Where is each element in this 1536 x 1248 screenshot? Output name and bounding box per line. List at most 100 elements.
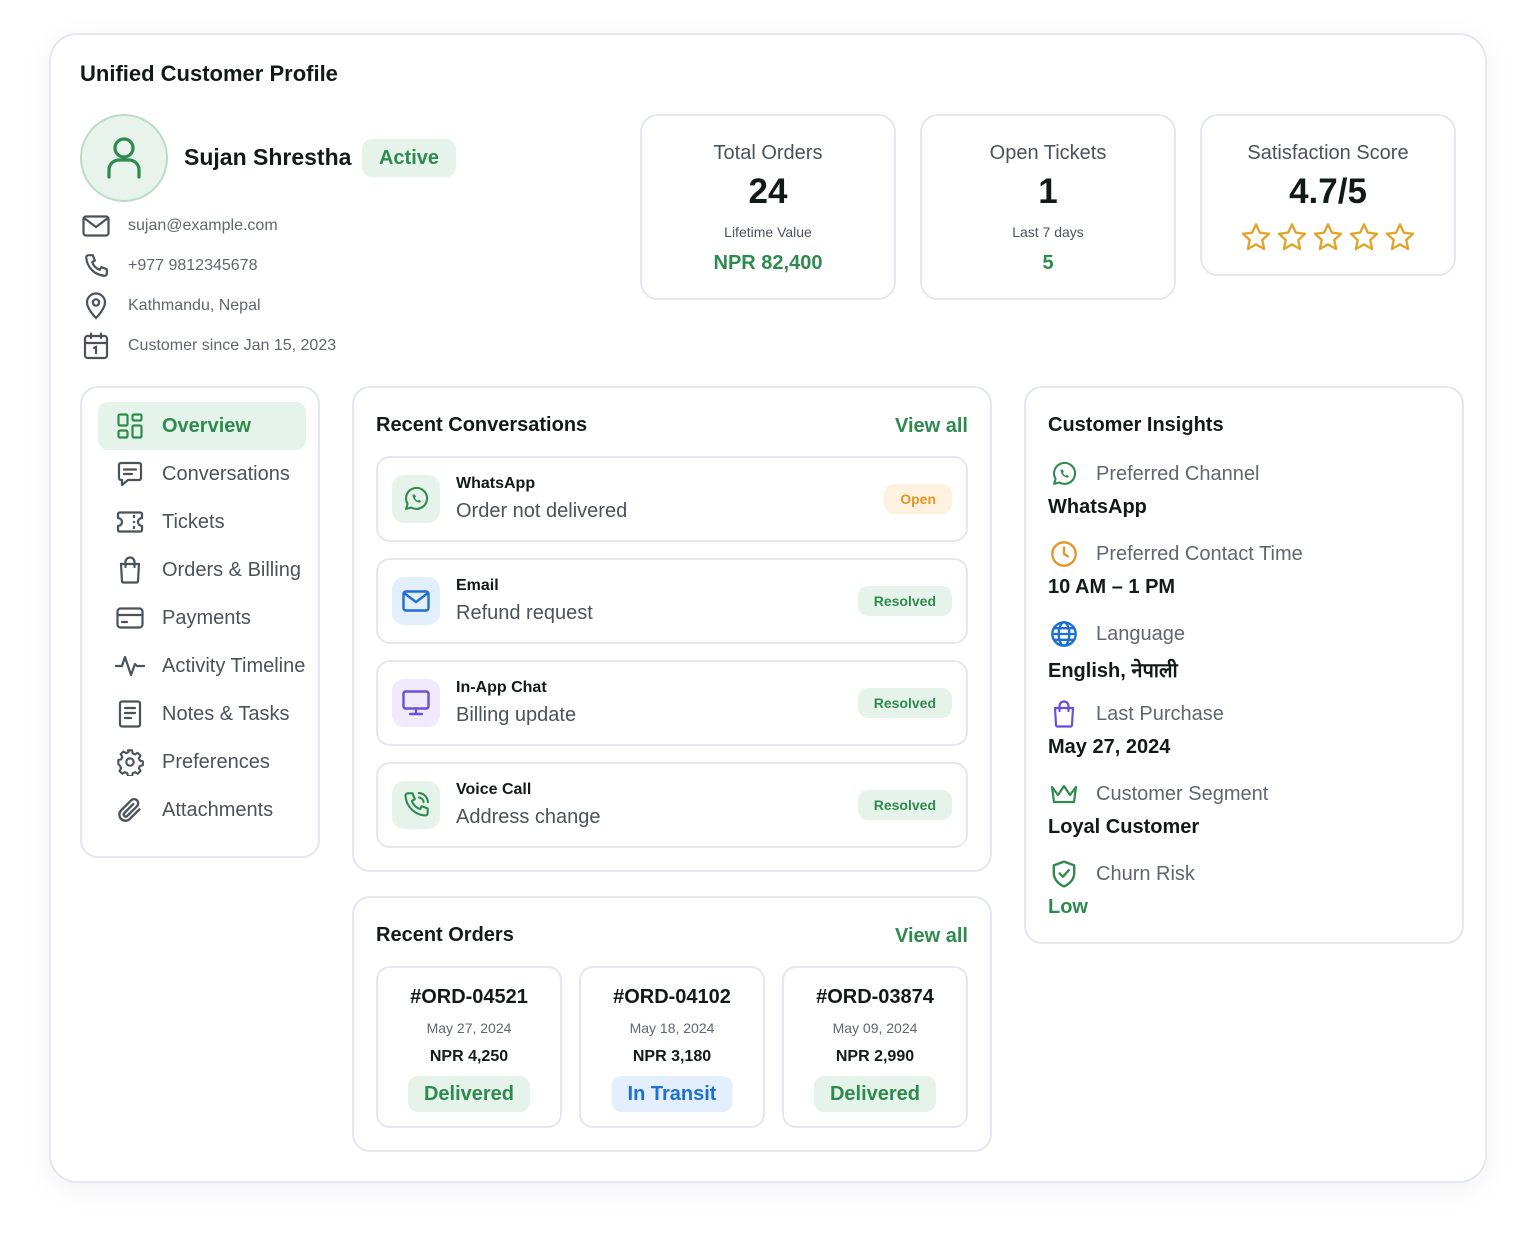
- sidebar-item-conversations[interactable]: Conversations: [98, 450, 306, 498]
- order-id: #ORD-03874: [816, 986, 934, 1008]
- sidebar-item-label: Notes & Tasks: [162, 702, 290, 725]
- insight-churn-risk: Churn Risk: [1048, 858, 1195, 890]
- card-icon: [114, 602, 146, 634]
- stat-sub-label: Lifetime Value: [724, 224, 812, 240]
- status-badge: Resolved: [857, 688, 952, 718]
- stat-sub-label: Last 7 days: [1012, 224, 1084, 240]
- conversation-message: Address change: [456, 806, 601, 828]
- stat-total-orders: Total Orders 24 Lifetime Value NPR 82,40…: [640, 114, 896, 300]
- notes-icon: [114, 698, 146, 730]
- calendar-icon: [80, 330, 112, 362]
- panel-title: Recent Orders: [376, 924, 514, 946]
- insight-value: 10 AM – 1 PM: [1048, 576, 1176, 598]
- order-card[interactable]: #ORD-04521 May 27, 2024 NPR 4,250 Delive…: [376, 966, 562, 1128]
- status-badge: Active: [362, 139, 456, 177]
- star-icon: [1313, 223, 1343, 251]
- gear-icon: [114, 746, 146, 778]
- stat-value: 24: [748, 172, 788, 211]
- customer-since-text: Customer since Jan 15, 2023: [128, 337, 337, 354]
- order-status-badge: In Transit: [611, 1076, 733, 1112]
- sidebar-item-label: Preferences: [162, 750, 270, 773]
- panel-title: Recent Conversations: [376, 414, 588, 436]
- order-date: May 27, 2024: [426, 1020, 512, 1036]
- star-rating: [1202, 222, 1454, 252]
- insight-label: Churn Risk: [1096, 862, 1195, 885]
- insight-value: May 27, 2024: [1048, 736, 1171, 758]
- conversation-item[interactable]: Email Refund request Resolved: [376, 558, 968, 644]
- status-badge: Open: [884, 484, 952, 514]
- order-card[interactable]: #ORD-03874 May 09, 2024 NPR 2,990 Delive…: [782, 966, 968, 1128]
- conversation-item[interactable]: In-App Chat Billing update Resolved: [376, 660, 968, 746]
- panel-title: Customer Insights: [1048, 414, 1224, 436]
- location-text: Kathmandu, Nepal: [128, 297, 261, 314]
- conversation-message: Order not delivered: [456, 500, 628, 522]
- recent-orders-panel: Recent Orders View all #ORD-04521 May 27…: [352, 896, 992, 1152]
- sidebar-item-label: Orders & Billing: [162, 558, 301, 581]
- shield-check-icon: [1048, 858, 1080, 890]
- order-amount: NPR 4,250: [429, 1048, 509, 1065]
- paperclip-icon: [114, 794, 146, 826]
- sidebar-item-tickets[interactable]: Tickets: [98, 498, 306, 546]
- order-card[interactable]: #ORD-04102 May 18, 2024 NPR 3,180 In Tra…: [579, 966, 765, 1128]
- conversation-item[interactable]: WhatsApp Order not delivered Open: [376, 456, 968, 542]
- conversation-channel: Email: [456, 577, 499, 594]
- sidebar-item-payments[interactable]: Payments: [98, 594, 306, 642]
- page-title: Unified Customer Profile: [80, 61, 338, 86]
- conversation-message: Billing update: [456, 704, 577, 726]
- sidebar-item-label: Conversations: [162, 462, 290, 485]
- sidebar: Overview Conversations Tickets Orders & …: [80, 386, 320, 858]
- ticket-icon: [114, 506, 146, 538]
- mail-icon: [392, 577, 440, 625]
- chat-icon: [114, 458, 146, 490]
- sidebar-item-preferences[interactable]: Preferences: [98, 738, 306, 786]
- stat-label: Total Orders: [713, 142, 823, 164]
- customer-insights-panel: Customer Insights Preferred Channel What…: [1024, 386, 1464, 944]
- stat-label: Satisfaction Score: [1247, 142, 1409, 164]
- sidebar-item-overview[interactable]: Overview: [98, 402, 306, 450]
- contact-since: Customer since Jan 15, 2023: [80, 330, 336, 362]
- sidebar-item-label: Tickets: [162, 510, 225, 533]
- sidebar-item-activity-timeline[interactable]: Activity Timeline: [98, 642, 306, 690]
- order-id: #ORD-04521: [410, 986, 528, 1008]
- star-icon: [1385, 223, 1415, 251]
- stat-sub-value: NPR 82,400: [713, 252, 823, 274]
- mail-icon: [80, 210, 112, 242]
- insight-label: Preferred Contact Time: [1096, 542, 1303, 565]
- insight-label: Last Purchase: [1096, 702, 1224, 725]
- star-icon: [1241, 223, 1271, 251]
- insight-segment: Customer Segment: [1048, 778, 1268, 810]
- email-text: sujan@example.com: [128, 217, 278, 234]
- phone-icon: [80, 250, 112, 282]
- grid-icon: [114, 410, 146, 442]
- stat-open-tickets: Open Tickets 1 Last 7 days 5: [920, 114, 1176, 300]
- contact-email[interactable]: sujan@example.com: [80, 210, 278, 242]
- order-status-badge: Delivered: [407, 1076, 531, 1112]
- sidebar-item-orders-billing[interactable]: Orders & Billing: [98, 546, 306, 594]
- contact-location: Kathmandu, Nepal: [80, 290, 261, 322]
- insight-value: English, नेपाली: [1048, 660, 1178, 682]
- insight-contact-time: Preferred Contact Time: [1048, 538, 1303, 570]
- sidebar-item-attachments[interactable]: Attachments: [98, 786, 306, 834]
- order-amount: NPR 2,990: [835, 1048, 915, 1065]
- sidebar-item-label: Payments: [162, 606, 251, 629]
- conversation-item[interactable]: Voice Call Address change Resolved: [376, 762, 968, 848]
- view-all-orders-link[interactable]: View all: [895, 925, 968, 948]
- view-all-conversations-link[interactable]: View all: [895, 415, 968, 438]
- conversation-channel: In-App Chat: [456, 679, 547, 696]
- location-pin-icon: [80, 290, 112, 322]
- sidebar-item-notes-tasks[interactable]: Notes & Tasks: [98, 690, 306, 738]
- insight-label: Customer Segment: [1096, 782, 1269, 805]
- recent-conversations-panel: Recent Conversations View all WhatsApp O…: [352, 386, 992, 872]
- order-amount: NPR 3,180: [632, 1048, 712, 1065]
- contact-phone[interactable]: +977 9812345678: [80, 250, 257, 282]
- order-id: #ORD-04102: [613, 986, 731, 1008]
- clock-icon: [1048, 538, 1080, 570]
- customer-name: Sujan Shrestha: [184, 144, 352, 170]
- globe-icon: [1048, 618, 1080, 650]
- insight-label: Language: [1096, 622, 1185, 645]
- order-date: May 09, 2024: [832, 1020, 918, 1036]
- stat-value: 1: [1038, 172, 1058, 211]
- crown-icon: [1048, 778, 1080, 810]
- insight-value: Low: [1048, 896, 1088, 918]
- stat-sub-value: 5: [1042, 252, 1054, 274]
